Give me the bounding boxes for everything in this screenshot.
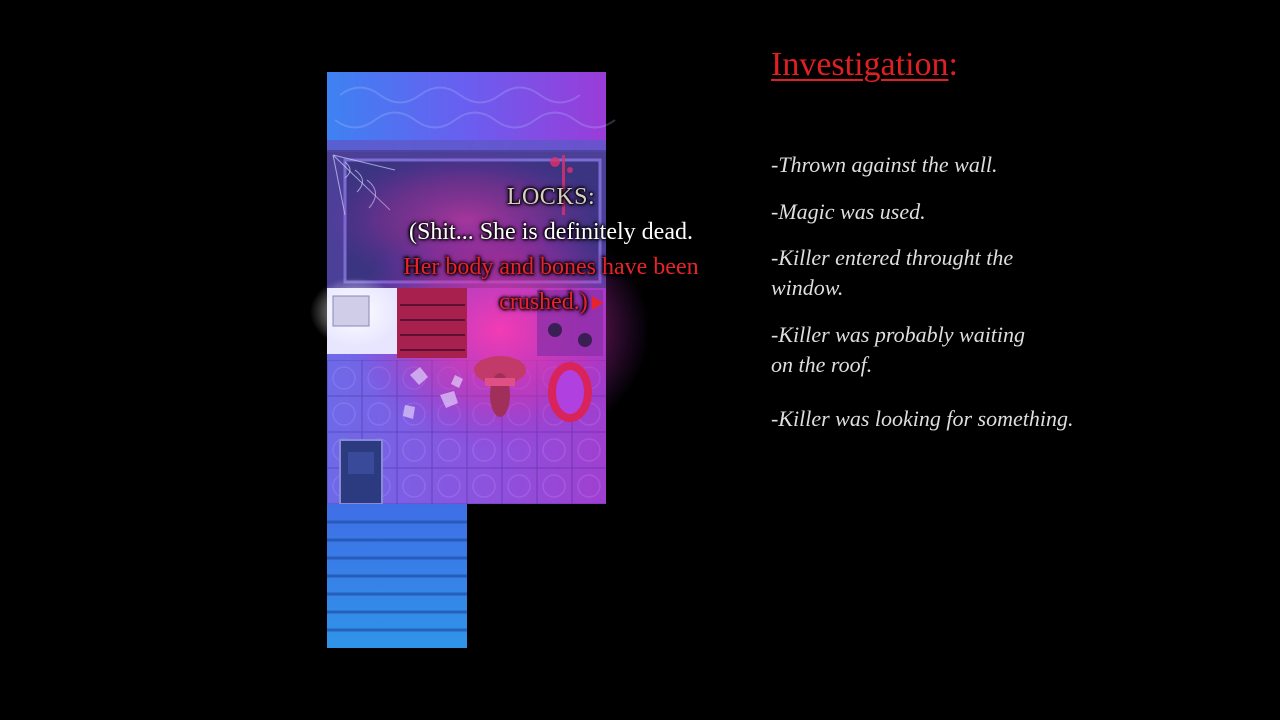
investigation-title: Investigation: (771, 46, 958, 83)
advance-arrow-icon[interactable] (591, 296, 603, 311)
dialogue-line-2: Her body and bones have been (403, 254, 699, 280)
dialogue-box[interactable]: LOCKS: (Shit... She is definitely dead. … (372, 180, 730, 320)
dialogue-line-3: crushed.) (499, 289, 588, 315)
clue-item: -Thrown against the wall. (771, 152, 998, 177)
game-map (310, 72, 650, 648)
clue-item: -Killer entered throught the window. (771, 245, 1014, 300)
mirror (548, 362, 592, 422)
dialogue-line-1: (Shit... She is definitely dead. (409, 219, 693, 245)
clue-item: -Magic was used. (771, 199, 926, 224)
speaker-name: LOCKS: (506, 184, 596, 210)
top-wall (327, 72, 606, 150)
clue-item: -Killer was looking for something. (771, 406, 1074, 431)
clue-item: -Killer was probably waiting on the roof… (771, 322, 1026, 377)
